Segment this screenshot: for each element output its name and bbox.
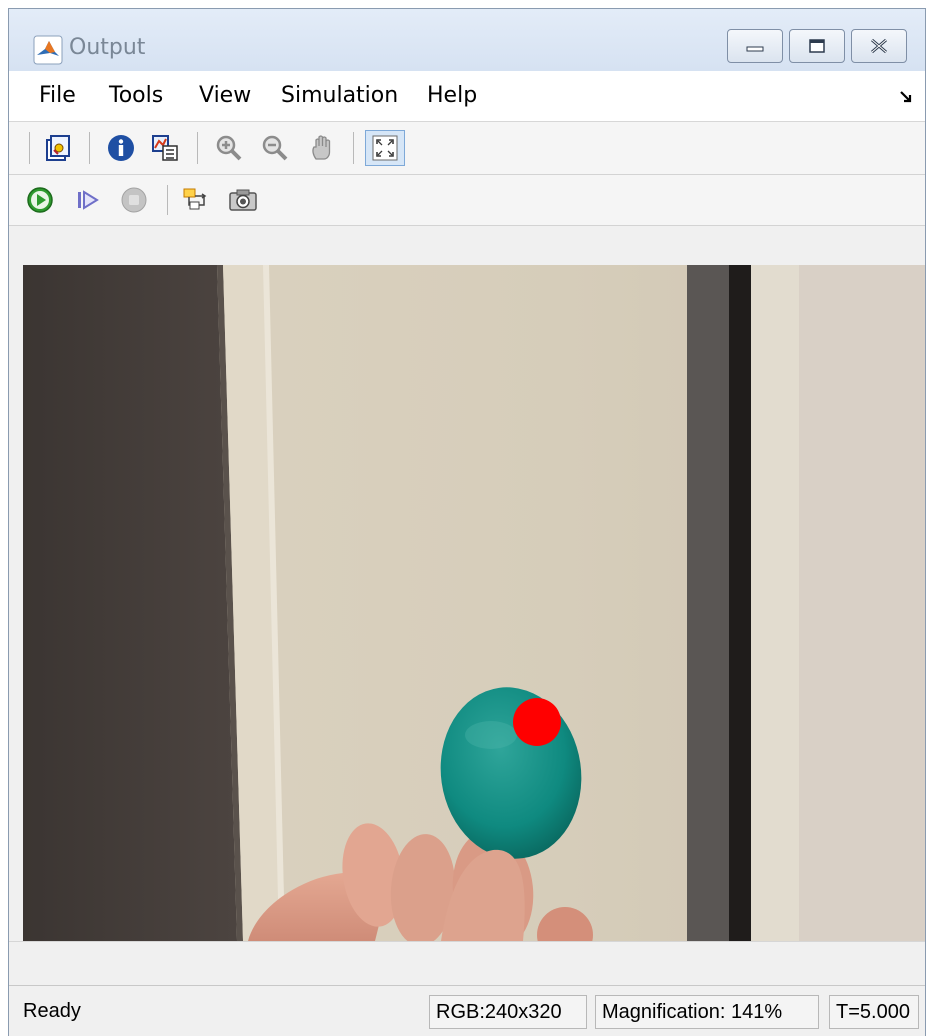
zoom-out-button[interactable] (259, 132, 291, 164)
title-bar[interactable]: Output (9, 9, 925, 71)
menu-view[interactable]: View (199, 83, 251, 108)
undock-arrow-icon[interactable] (899, 89, 915, 105)
zoom-in-button[interactable] (213, 132, 245, 164)
video-frame-image (23, 265, 925, 941)
matlab-app-icon (33, 35, 63, 65)
menu-bar: File Tools View Simulation Help (9, 71, 925, 122)
display-padding-bottom (9, 941, 925, 986)
highlight-model-button[interactable] (181, 185, 211, 215)
display-padding-top (9, 226, 925, 264)
copy-to-scope-button[interactable] (149, 132, 181, 164)
parameters-button[interactable] (41, 132, 73, 164)
fit-to-view-icon (372, 135, 398, 161)
pan-button[interactable] (307, 132, 339, 164)
zoom-out-icon (262, 135, 288, 161)
menu-simulation[interactable]: Simulation (281, 83, 398, 108)
minimize-icon (746, 46, 764, 52)
data-type-readout: RGB:240x320 (429, 995, 587, 1029)
status-text: Ready (23, 1000, 81, 1022)
step-forward-button[interactable] (73, 185, 103, 215)
pan-icon (312, 135, 331, 160)
toolbar-simulation (9, 175, 925, 226)
step-forward-icon (78, 190, 99, 210)
output-window: Output File Tools View Simulation Help R… (8, 8, 926, 1036)
maximize-button[interactable] (789, 29, 845, 63)
maximize-icon (809, 39, 825, 53)
close-button[interactable] (851, 29, 907, 63)
zoom-in-icon (216, 135, 242, 161)
info-button[interactable] (105, 132, 137, 164)
close-icon (871, 38, 887, 54)
status-bar: Ready RGB:240x320 Magnification: 141% T=… (9, 985, 925, 1036)
copy-to-scope-icon (152, 135, 178, 161)
run-button[interactable] (25, 185, 55, 215)
menu-tools[interactable]: Tools (109, 83, 163, 108)
window-title: Output (69, 35, 146, 60)
menu-file[interactable]: File (39, 83, 76, 108)
toolbar-divider (29, 132, 30, 164)
snapshot-button[interactable] (227, 185, 259, 215)
toolbar-divider (167, 185, 168, 215)
stop-button[interactable] (119, 185, 149, 215)
info-icon (108, 135, 134, 161)
parameters-icon (46, 135, 70, 161)
tracking-marker (513, 698, 561, 746)
toolbar-divider (353, 132, 354, 164)
toolbar-main (9, 122, 925, 175)
minimize-button[interactable] (727, 29, 783, 63)
snapshot-icon (229, 189, 257, 211)
highlight-model-icon (183, 188, 207, 210)
toolbar-divider (197, 132, 198, 164)
toolbar-divider (89, 132, 90, 164)
run-icon (27, 187, 53, 213)
simulation-time-readout: T=5.000 (829, 995, 919, 1029)
menu-help[interactable]: Help (427, 83, 477, 108)
magnification-readout: Magnification: 141% (595, 995, 819, 1029)
fit-to-view-button[interactable] (365, 130, 405, 166)
video-display[interactable] (23, 265, 925, 941)
stop-icon (121, 187, 147, 213)
